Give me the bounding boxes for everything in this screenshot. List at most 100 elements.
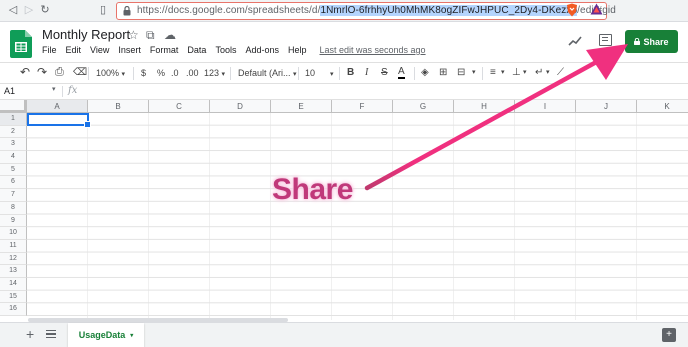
percent-format-button[interactable]: % bbox=[157, 67, 165, 79]
menu-data[interactable]: Data bbox=[187, 45, 206, 55]
comment-history-icon[interactable] bbox=[599, 34, 612, 46]
wrap-caret-icon[interactable]: ▾ bbox=[546, 67, 550, 79]
row-header[interactable]: 8 bbox=[0, 201, 27, 215]
menu-insert[interactable]: Insert bbox=[118, 45, 141, 55]
cloud-status-icon[interactable]: ☁ bbox=[164, 28, 176, 42]
formula-bar: A1 ▾ fx bbox=[0, 84, 688, 100]
increase-decimal-button[interactable]: .00 bbox=[186, 67, 199, 79]
brave-shield-icon[interactable] bbox=[566, 3, 578, 17]
all-sheets-menu-icon[interactable] bbox=[46, 330, 56, 338]
row-header[interactable]: 3 bbox=[0, 138, 27, 152]
select-all-corner[interactable] bbox=[0, 100, 27, 113]
column-header-g[interactable]: G bbox=[393, 100, 454, 113]
spreadsheet-grid: A B C D E F G H I J K 1 2 3 4 5 6 7 8 9 … bbox=[0, 100, 688, 320]
font-family-select[interactable]: Default (Ari... ▾ bbox=[238, 67, 297, 81]
v-align-caret-icon[interactable]: ▾ bbox=[523, 67, 527, 79]
font-size-select[interactable]: 10 ▾ bbox=[305, 67, 334, 81]
lock-icon bbox=[123, 6, 131, 16]
formatting-toolbar: ↶ ↷ ⎙ ⌫ 100% ▾ $ % .0 .00 123 ▾ Default … bbox=[0, 62, 688, 84]
more-formats-label: 123 bbox=[204, 68, 220, 78]
row-header[interactable]: 6 bbox=[0, 176, 27, 190]
last-edit-link[interactable]: Last edit was seconds ago bbox=[320, 45, 426, 55]
sheet-tab-caret-icon[interactable]: ▾ bbox=[130, 332, 133, 339]
vertical-align-icon[interactable]: ⊥ bbox=[512, 67, 521, 79]
row-header[interactable]: 1 bbox=[0, 113, 27, 126]
sheet-tab-usagedata[interactable]: UsageData ▾ bbox=[68, 323, 144, 347]
row-header[interactable]: 11 bbox=[0, 239, 27, 253]
fill-color-icon[interactable]: ◈ bbox=[421, 67, 429, 79]
undo-icon[interactable]: ↶ bbox=[20, 66, 30, 78]
menu-add-ons[interactable]: Add-ons bbox=[245, 45, 279, 55]
row-header[interactable]: 10 bbox=[0, 227, 27, 240]
cell-area[interactable] bbox=[27, 113, 688, 320]
url-spreadsheet-id: 1NmrlO-6frhhyUh0MhMK8ogZIFwJHPUC_2Dy4-DK… bbox=[320, 5, 578, 16]
move-folder-icon[interactable]: ⧉ bbox=[146, 28, 155, 43]
column-header-h[interactable]: H bbox=[454, 100, 515, 113]
name-box-caret-icon[interactable]: ▾ bbox=[52, 85, 56, 93]
h-align-caret-icon[interactable]: ▾ bbox=[501, 67, 505, 79]
document-title[interactable]: Monthly Report bbox=[42, 27, 130, 42]
row-header[interactable]: 13 bbox=[0, 265, 27, 278]
paint-format-icon[interactable]: ⌫ bbox=[73, 67, 87, 79]
currency-format-button[interactable]: $ bbox=[141, 67, 146, 79]
explore-icon[interactable]: + bbox=[662, 328, 676, 342]
bold-button[interactable]: B bbox=[347, 67, 354, 79]
row-header[interactable]: 5 bbox=[0, 163, 27, 177]
row-header[interactable]: 15 bbox=[0, 290, 27, 304]
text-rotate-icon[interactable]: ⟋ bbox=[557, 67, 564, 79]
menu-tools[interactable]: Tools bbox=[215, 45, 236, 55]
column-header-d[interactable]: D bbox=[210, 100, 271, 113]
row-header[interactable]: 9 bbox=[0, 214, 27, 228]
column-header-e[interactable]: E bbox=[271, 100, 332, 113]
column-header-b[interactable]: B bbox=[88, 100, 149, 113]
merge-caret-icon[interactable]: ▾ bbox=[472, 67, 476, 79]
activity-trend-icon[interactable] bbox=[568, 36, 582, 46]
row-header[interactable]: 14 bbox=[0, 277, 27, 291]
print-icon[interactable]: ⎙ bbox=[55, 66, 64, 78]
menu-view[interactable]: View bbox=[90, 45, 109, 55]
row-header[interactable]: 4 bbox=[0, 151, 27, 164]
bookmark-icon[interactable]: ▯ bbox=[96, 3, 110, 17]
more-formats-select[interactable]: 123 ▾ bbox=[204, 67, 225, 81]
url-bar[interactable]: https://docs.google.com/spreadsheets/d/1… bbox=[116, 2, 616, 20]
column-header-j[interactable]: J bbox=[576, 100, 637, 113]
row-header[interactable]: 7 bbox=[0, 189, 27, 202]
merge-cells-icon[interactable]: ⊟ bbox=[457, 67, 465, 79]
text-wrap-icon[interactable]: ↵ bbox=[535, 67, 543, 79]
column-header-c[interactable]: C bbox=[149, 100, 210, 113]
forward-icon[interactable]: ▷ bbox=[22, 3, 36, 17]
redo-icon[interactable]: ↷ bbox=[37, 66, 47, 78]
share-button[interactable]: Share bbox=[625, 30, 678, 53]
sheets-logo-icon[interactable] bbox=[10, 30, 32, 58]
name-box[interactable]: A1 bbox=[4, 86, 15, 96]
decrease-decimal-button[interactable]: .0 bbox=[171, 67, 179, 79]
strikethrough-button[interactable]: S bbox=[381, 67, 388, 79]
column-header-k[interactable]: K bbox=[637, 100, 688, 113]
horizontal-align-icon[interactable]: ≡ bbox=[490, 67, 496, 79]
active-cell-a1[interactable] bbox=[27, 113, 91, 128]
row-header[interactable]: 2 bbox=[0, 125, 27, 139]
share-annotation-label: Share bbox=[272, 173, 353, 206]
zoom-value: 100% bbox=[96, 68, 120, 78]
zoom-caret-icon: ▾ bbox=[121, 71, 126, 78]
back-icon[interactable]: ◁ bbox=[6, 3, 20, 17]
menu-edit[interactable]: Edit bbox=[66, 45, 82, 55]
italic-button[interactable]: I bbox=[365, 67, 368, 79]
text-color-button[interactable]: A bbox=[398, 67, 405, 79]
column-header-a[interactable]: A bbox=[27, 100, 88, 113]
menu-file[interactable]: File bbox=[42, 45, 57, 55]
row-header[interactable]: 12 bbox=[0, 252, 27, 266]
menu-format[interactable]: Format bbox=[150, 45, 179, 55]
rewards-triangle-icon[interactable] bbox=[590, 3, 603, 15]
share-label: Share bbox=[643, 36, 669, 47]
row-header[interactable]: 16 bbox=[0, 303, 27, 316]
reload-icon[interactable]: ↻ bbox=[38, 3, 52, 17]
borders-icon[interactable]: ⊞ bbox=[439, 67, 447, 79]
star-icon[interactable]: ☆ bbox=[128, 28, 139, 42]
zoom-select[interactable]: 100% ▾ bbox=[96, 67, 125, 81]
column-header-i[interactable]: I bbox=[515, 100, 576, 113]
font-size-caret-icon: ▾ bbox=[330, 71, 334, 78]
menu-help[interactable]: Help bbox=[288, 45, 307, 55]
column-header-f[interactable]: F bbox=[332, 100, 393, 113]
add-sheet-icon[interactable]: + bbox=[26, 327, 34, 341]
